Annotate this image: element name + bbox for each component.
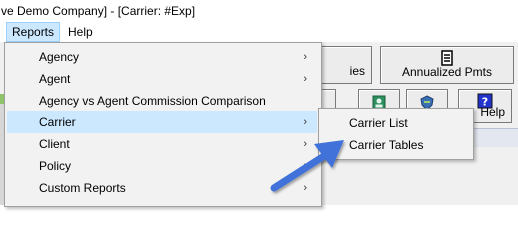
menu-reports[interactable]: Reports [6,22,61,42]
annualized-pmts-button[interactable]: Annualized Pmts [380,46,514,84]
annualized-pmts-label: Annualized Pmts [401,65,493,79]
menu-item-agent-label: Agent [39,72,71,86]
toolbar-button-partial[interactable]: ies [318,46,372,84]
chevron-right-icon: › [303,51,307,63]
menu-item-policy-label: Policy [39,159,72,173]
menu-item-client-label: Client [39,137,70,151]
toolbar-button-partial-label: ies [349,64,365,78]
toolbar-top: ies Annualized Pmts [318,46,518,86]
window-title: ve Demo Company] - [Carrier: #Exp] [0,0,518,22]
menu-bar: Reports Help [0,22,518,42]
menu-item-agency-label: Agency [39,50,80,64]
menu-item-agency-vs-agent-label: Agency vs Agent Commission Comparison [39,94,266,108]
menu-item-agent[interactable]: Agent › [7,68,317,90]
document-icon [441,50,453,66]
submenu-item-carrier-tables-label: Carrier Tables [349,138,424,152]
menu-item-agency[interactable]: Agency › [7,46,317,68]
help-button-label: Help [480,105,505,119]
menu-help[interactable]: Help [63,22,98,42]
menu-item-custom-reports-label: Custom Reports [39,181,126,195]
submenu-item-carrier-list-label: Carrier List [349,116,408,130]
callout-arrow-icon [270,140,344,192]
chevron-right-icon: › [303,73,307,85]
menu-item-agency-vs-agent[interactable]: Agency vs Agent Commission Comparison [7,90,317,112]
menu-item-carrier-label: Carrier [39,115,76,129]
